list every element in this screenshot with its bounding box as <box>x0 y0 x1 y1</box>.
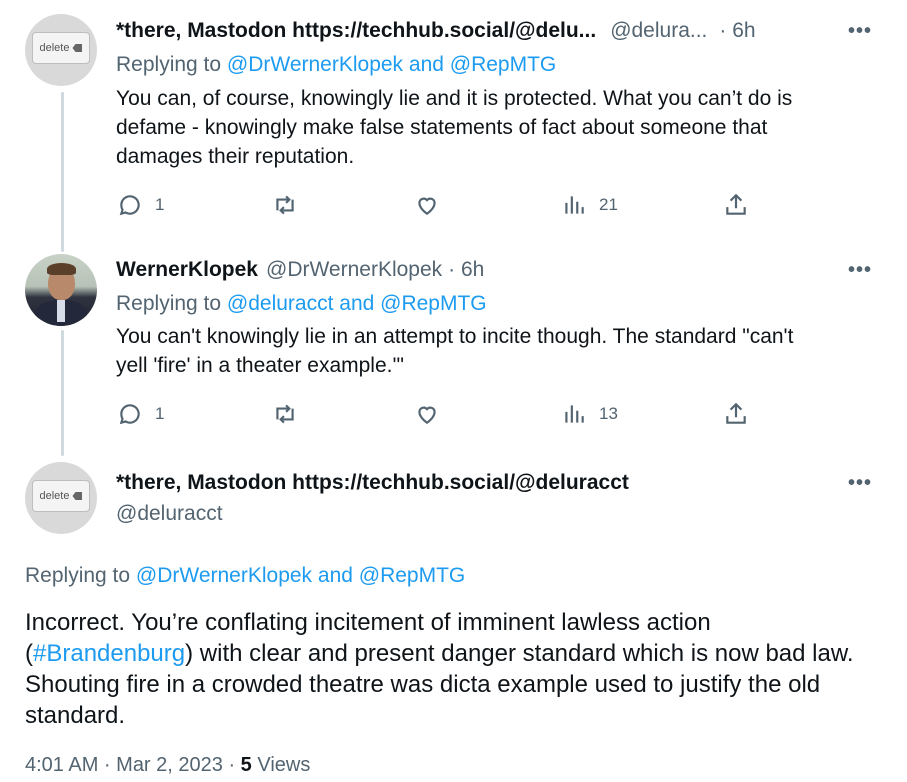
share-button[interactable] <box>723 401 749 427</box>
views-count: 5 <box>240 754 252 776</box>
views-label: Views <box>251 754 311 776</box>
author-name[interactable]: *there, Mastodon https://techhub.social/… <box>116 19 596 43</box>
author-handle[interactable]: @DrWernerKlopek <box>266 258 442 282</box>
retweet-icon <box>276 404 294 424</box>
reply-button[interactable]: 1 <box>117 401 164 427</box>
more-options-icon[interactable]: ••• <box>848 472 872 495</box>
replying-to-link[interactable]: @deluracct and @RepMTG <box>227 292 487 315</box>
tweet-header: *there, Mastodon https://techhub.social/… <box>116 19 756 43</box>
avatar[interactable]: delete <box>25 14 97 86</box>
tweet-time[interactable]: · 6h <box>448 258 484 282</box>
reply-icon <box>119 404 140 425</box>
delete-key-icon: delete <box>32 32 90 64</box>
author-handle[interactable]: @deluracct <box>116 502 223 526</box>
tweet-text: You can't knowingly lie in an attempt to… <box>116 322 793 380</box>
heart-icon <box>418 406 436 424</box>
analytics-icon <box>565 196 584 214</box>
reply-icon <box>119 195 140 216</box>
views-button[interactable]: 13 <box>561 401 618 427</box>
retweet-icon <box>276 195 294 215</box>
tweet-header: *there, Mastodon https://techhub.social/… <box>116 471 629 495</box>
retweet-button[interactable] <box>272 192 298 218</box>
tweet-text-line: damages their reputation. <box>116 145 355 168</box>
like-button[interactable] <box>414 192 440 218</box>
tweet-meta: 4:01 AM · Mar 2, 2023 · 5 Views <box>25 754 310 777</box>
replying-to-link[interactable]: @DrWernerKlopek and @RepMTG <box>227 53 556 76</box>
avatar[interactable] <box>25 254 97 326</box>
delete-key-icon: delete <box>32 480 90 512</box>
share-icon <box>726 402 746 424</box>
replying-prefix: Replying to <box>25 564 136 587</box>
tweet-timestamp[interactable]: 4:01 AM · Mar 2, 2023 · <box>25 754 241 776</box>
thread-line <box>61 330 64 456</box>
thread-line <box>61 92 64 252</box>
tweet-header: WernerKlopek @DrWernerKlopek · 6h <box>116 258 484 282</box>
retweet-button[interactable] <box>272 401 298 427</box>
replying-to: Replying to @deluracct and @RepMTG <box>116 292 487 316</box>
replying-to-link[interactable]: @DrWernerKlopek and @RepMTG <box>136 564 465 587</box>
tweet-text: Incorrect. You’re conflating incitement … <box>25 607 885 731</box>
tweet-text-line: You can't knowingly lie in an attempt to… <box>116 325 794 348</box>
tweet-text: You can, of course, knowingly lie and it… <box>116 84 792 171</box>
avatar-figure <box>47 263 76 275</box>
like-button[interactable] <box>414 401 440 427</box>
reply-count: 1 <box>155 404 165 423</box>
tweet-text-line: You can, of course, knowingly lie and it… <box>116 87 793 110</box>
reply-count: 1 <box>155 195 165 214</box>
more-options-icon[interactable]: ••• <box>848 259 872 282</box>
share-icon <box>726 193 746 215</box>
tweet-text-line: defame - knowingly make false statements… <box>116 116 768 139</box>
tweet-header: @deluracct <box>116 502 223 526</box>
author-name[interactable]: WernerKlopek <box>116 258 258 282</box>
replying-prefix: Replying to <box>116 53 227 76</box>
tweet-time[interactable]: · 6h <box>719 19 755 43</box>
heart-icon <box>418 197 436 215</box>
author-name[interactable]: *there, Mastodon https://techhub.social/… <box>116 471 629 495</box>
views-button[interactable]: 21 <box>561 192 618 218</box>
views-count: 21 <box>599 195 618 214</box>
share-button[interactable] <box>723 192 749 218</box>
replying-to: Replying to @DrWernerKlopek and @RepMTG <box>25 564 465 588</box>
avatar-figure <box>57 300 65 322</box>
author-handle[interactable]: @delura... <box>610 19 707 43</box>
more-options-icon[interactable]: ••• <box>848 20 872 43</box>
replying-to: Replying to @DrWernerKlopek and @RepMTG <box>116 53 556 77</box>
views-count: 13 <box>599 404 618 423</box>
avatar[interactable]: delete <box>25 462 97 534</box>
hashtag-link[interactable]: #Brandenburg <box>33 640 185 667</box>
replying-prefix: Replying to <box>116 292 227 315</box>
reply-button[interactable]: 1 <box>117 192 164 218</box>
tweet-text-line: yell 'fire' in a theater example.'" <box>116 354 404 377</box>
analytics-icon <box>565 405 584 423</box>
